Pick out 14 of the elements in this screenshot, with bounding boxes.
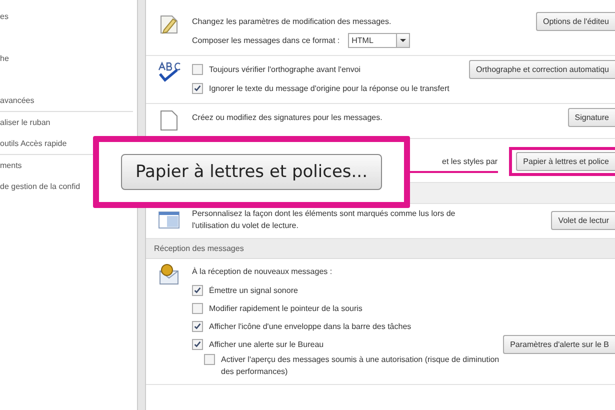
option-text: Personnalisez la façon dont les éléments sont marqués comme lus lors de l'utilisation du volet de lecture. <box>192 208 456 232</box>
option-text: Créez ou modifiez des signatures pour les messages. <box>192 112 382 124</box>
option-text: Changez les paramètres de modification des messages. <box>192 16 392 28</box>
checkbox-label: Émettre un signal sonore <box>209 286 298 294</box>
checkbox-label: Toujours vérifier l'orthographe avant l'envoi <box>209 65 361 74</box>
checkbox-label: Ignorer le texte du message d'origine pour la réponse ou le transfert <box>209 84 450 92</box>
section-header: Réception des messages <box>146 239 615 259</box>
checkbox-label: Afficher l'icône d'une enveloppe dans la barre des tâches <box>209 322 412 330</box>
option-text: et les styles par <box>442 156 498 168</box>
option-text: À la réception de nouveaux messages : <box>192 266 332 278</box>
checkbox-label: Activer l'aperçu des messages soumis à une autorisation (risque de diminution des performances) <box>221 354 500 378</box>
checkbox-label: Afficher une alerte sur le Bureau <box>209 340 324 349</box>
field-label: Composer les messages dans ce format : <box>192 36 340 44</box>
checkbox-label: Modifier rapidement le pointeur de la souris <box>209 304 362 312</box>
